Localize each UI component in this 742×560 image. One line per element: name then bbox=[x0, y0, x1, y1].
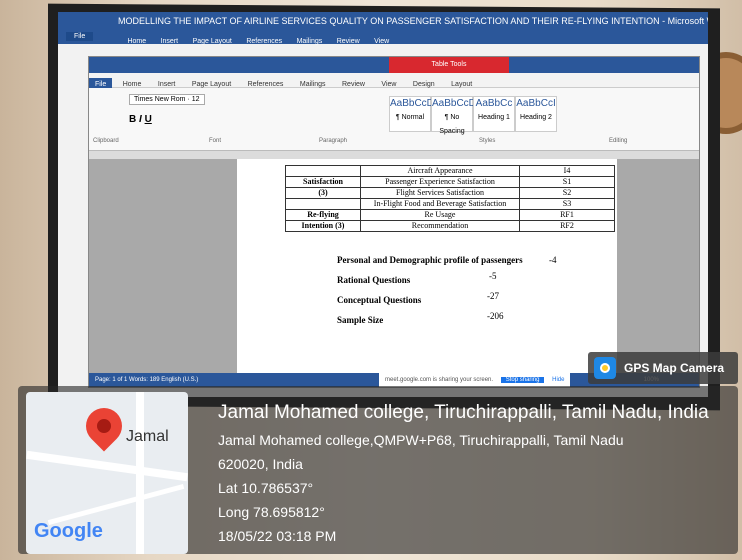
map-place-label: Jamal bbox=[126, 428, 169, 445]
table-tools-context-tab: Table Tools bbox=[389, 57, 509, 73]
word-window: Table Tools File Home Insert Page Layout… bbox=[88, 56, 700, 388]
bg-tab-view[interactable]: View bbox=[369, 35, 394, 49]
map-road bbox=[136, 392, 144, 554]
rational-label: Rational Questions bbox=[337, 275, 411, 285]
screen-share-bar: meet.google.com is sharing your screen. … bbox=[379, 373, 571, 387]
background-ribbon-tabs: Home Insert Page Layout References Maili… bbox=[58, 30, 708, 45]
map-thumbnail: Jamal Google bbox=[26, 392, 188, 554]
share-message: meet.google.com is sharing your screen. bbox=[385, 377, 494, 383]
google-logo: Google bbox=[34, 520, 103, 542]
table-cell: S3 bbox=[519, 198, 615, 210]
status-text: Page: 1 of 1 Words: 189 English (U.S.) bbox=[95, 377, 199, 383]
stop-sharing-button[interactable]: Stop sharing bbox=[500, 377, 545, 383]
bg-tab-insert[interactable]: Insert bbox=[156, 35, 184, 49]
bold-italic-underline-buttons[interactable]: B I U bbox=[129, 114, 152, 125]
profile-value: -4 bbox=[549, 255, 557, 265]
place-title: Jamal Mohamed college, Tiruchirappalli, … bbox=[218, 402, 709, 423]
group-clipboard: Clipboard bbox=[93, 138, 119, 144]
font-name-box[interactable]: Times New Rom · 12 bbox=[129, 94, 205, 105]
word-ribbon-tabs: File Home Insert Page Layout References … bbox=[89, 73, 699, 92]
table-row: In-Flight Food and Beverage Satisfaction… bbox=[285, 198, 615, 210]
address-line-2: 620020, India bbox=[218, 456, 303, 472]
table-cell: (3) bbox=[285, 187, 361, 199]
profile-label: Personal and Demographic profile of pass… bbox=[337, 255, 523, 265]
table-cell: I4 bbox=[519, 165, 615, 177]
rational-value: -5 bbox=[489, 271, 497, 281]
gps-camera-icon bbox=[594, 357, 616, 379]
table-cell: S2 bbox=[519, 187, 615, 199]
hide-button[interactable]: Hide bbox=[552, 377, 564, 383]
bg-tab-home[interactable]: Home bbox=[122, 35, 151, 49]
bg-tab-references[interactable]: References bbox=[241, 35, 287, 49]
table-row: Satisfaction Passenger Experience Satisf… bbox=[285, 176, 615, 188]
bg-tab-review[interactable]: Review bbox=[332, 35, 365, 49]
sample-size-label: Sample Size bbox=[337, 315, 384, 325]
style-normal[interactable]: AaBbCcDc ¶ Normal bbox=[389, 96, 439, 132]
sample-size-value: -206 bbox=[487, 311, 504, 321]
table-cell bbox=[285, 198, 361, 210]
group-paragraph: Paragraph bbox=[319, 138, 348, 144]
style-heading-1[interactable]: AaBbCc Heading 1 bbox=[473, 96, 515, 132]
table-row: Aircraft Appearance I4 bbox=[285, 165, 615, 177]
group-font: Font bbox=[209, 138, 222, 144]
address-line-1: Jamal Mohamed college,QMPW+P68, Tiruchir… bbox=[218, 432, 624, 448]
table-cell bbox=[285, 165, 361, 177]
datetime: 18/05/22 03:18 PM bbox=[218, 528, 337, 544]
table-row: Intention (3) Recommendation RF2 bbox=[285, 220, 615, 232]
table-row: Re-flying Re Usage RF1 bbox=[285, 209, 615, 221]
conceptual-value: -27 bbox=[487, 291, 499, 301]
bg-tab-mailings[interactable]: Mailings bbox=[292, 35, 328, 49]
table-cell: RF2 bbox=[519, 220, 615, 232]
group-styles: Styles bbox=[479, 138, 496, 144]
style-heading-2[interactable]: AaBbCcI Heading 2 bbox=[515, 96, 557, 132]
ruler bbox=[89, 151, 699, 159]
variables-table: Aircraft Appearance I4 Satisfaction Pass… bbox=[285, 165, 615, 232]
map-road bbox=[26, 450, 188, 482]
table-cell: Re Usage bbox=[360, 209, 520, 221]
document-area: Aircraft Appearance I4 Satisfaction Pass… bbox=[89, 151, 699, 373]
ribbon: Times New Rom · 12 B I U AaBbCcDc ¶ Norma… bbox=[89, 88, 699, 151]
gps-camera-badge: GPS Map Camera bbox=[588, 352, 738, 384]
table-cell: In-Flight Food and Beverage Satisfaction bbox=[360, 198, 520, 210]
bg-file-tab[interactable]: File bbox=[66, 32, 94, 41]
projected-screen: MODELLING THE IMPACT OF AIRLINE SERVICES… bbox=[58, 12, 708, 397]
longitude: Long 78.695812° bbox=[218, 504, 325, 520]
group-editing: Editing bbox=[609, 138, 628, 144]
table-cell: Aircraft Appearance bbox=[360, 165, 520, 177]
latitude: Lat 10.786537° bbox=[218, 480, 314, 496]
gps-camera-app-name: GPS Map Camera bbox=[624, 361, 725, 375]
table-cell: Re-flying bbox=[285, 209, 361, 221]
table-cell: S1 bbox=[519, 176, 615, 188]
style-no-spacing[interactable]: AaBbCcDc ¶ No Spacing bbox=[431, 96, 481, 135]
table-row: (3) Flight Services Satisfaction S2 bbox=[285, 187, 615, 199]
bg-tab-page-layout[interactable]: Page Layout bbox=[188, 35, 237, 49]
document-page[interactable]: Aircraft Appearance I4 Satisfaction Pass… bbox=[237, 159, 617, 373]
table-cell: Satisfaction bbox=[285, 176, 361, 188]
background-window-title: MODELLING THE IMPACT OF AIRLINE SERVICES… bbox=[58, 12, 708, 30]
table-cell: Flight Services Satisfaction bbox=[360, 187, 520, 199]
map-road bbox=[47, 483, 185, 526]
table-cell: Passenger Experience Satisfaction bbox=[360, 176, 520, 188]
location-pin-icon bbox=[78, 400, 130, 452]
table-cell: Recommendation bbox=[360, 220, 520, 232]
table-cell: RF1 bbox=[519, 209, 615, 221]
conceptual-label: Conceptual Questions bbox=[337, 295, 422, 305]
table-cell: Intention (3) bbox=[285, 220, 361, 232]
